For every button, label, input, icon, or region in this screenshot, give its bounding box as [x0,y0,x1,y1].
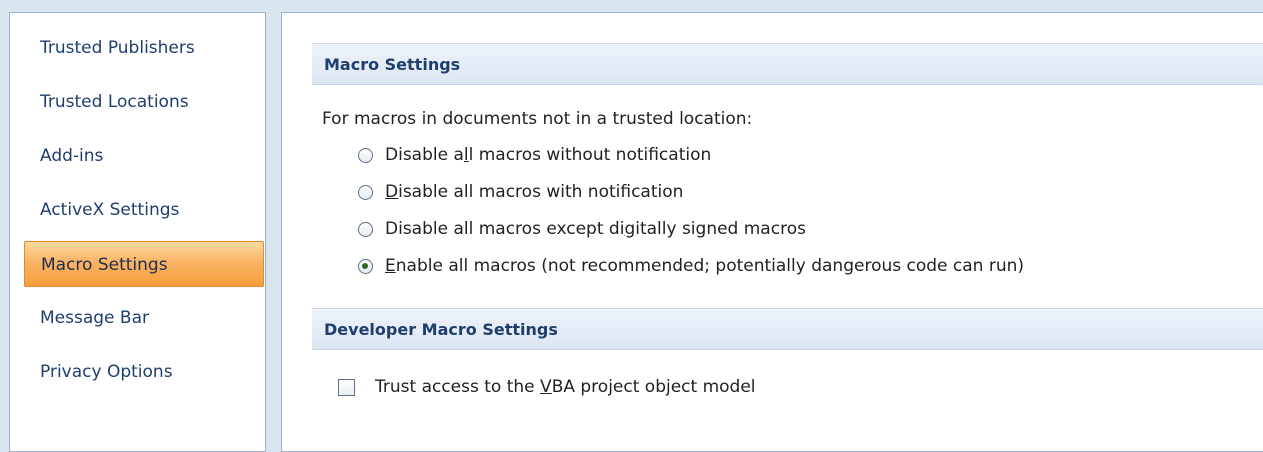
macro-intro-text: For macros in documents not in a trusted… [322,109,753,129]
radio-disable-except-signed[interactable] [358,222,373,237]
option-disable-without-notification-label[interactable]: Disable all macros without notification [385,145,711,165]
radio-enable-all-macros[interactable] [358,259,373,274]
sidebar-item-message-bar[interactable]: Message Bar [24,295,264,341]
radio-disable-with-notification[interactable] [358,185,373,200]
sidebar-item-trusted-locations[interactable]: Trusted Locations [24,79,264,125]
trust-vba-access-label[interactable]: Trust access to the VBA project object m… [375,377,756,397]
radio-disable-without-notification[interactable] [358,148,373,163]
trust-center-sidebar: Trusted Publishers Trusted Locations Add… [9,12,266,452]
option-disable-except-signed-label[interactable]: Disable all macros except digitally sign… [385,219,806,239]
settings-panel: Macro Settings For macros in documents n… [281,12,1263,452]
radio-selected-dot [362,263,368,269]
developer-macro-settings-header: Developer Macro Settings [312,308,1263,350]
sidebar-item-add-ins[interactable]: Add-ins [24,133,264,179]
sidebar-item-trusted-publishers[interactable]: Trusted Publishers [24,25,264,71]
option-disable-with-notification-label[interactable]: Disable all macros with notification [385,182,683,202]
trust-vba-access-checkbox[interactable] [338,379,355,396]
macro-settings-header: Macro Settings [312,43,1263,85]
sidebar-item-activex-settings[interactable]: ActiveX Settings [24,187,264,233]
option-enable-all-macros-label[interactable]: Enable all macros (not recommended; pote… [385,256,1024,276]
sidebar-item-privacy-options[interactable]: Privacy Options [24,349,264,395]
sidebar-item-macro-settings[interactable]: Macro Settings [24,241,264,287]
